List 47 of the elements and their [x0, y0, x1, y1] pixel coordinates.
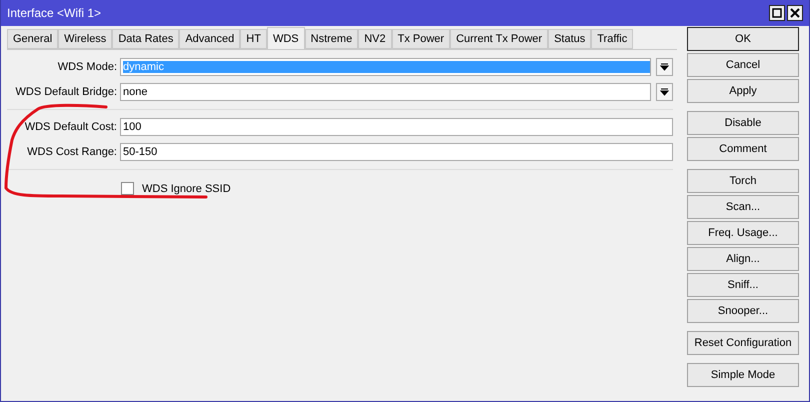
action-button[interactable]: Snooper... — [687, 299, 799, 323]
tab[interactable]: Advanced — [179, 29, 240, 49]
action-button[interactable]: Reset Configuration — [687, 331, 799, 355]
tab[interactable]: Traffic — [591, 29, 634, 49]
action-button[interactable]: Align... — [687, 247, 799, 271]
close-button[interactable] — [787, 5, 803, 21]
action-button[interactable]: Simple Mode — [687, 363, 799, 387]
input-field[interactable]: 50-150 — [120, 143, 673, 161]
tab[interactable]: Tx Power — [392, 29, 450, 49]
action-button[interactable]: Scan... — [687, 195, 799, 219]
action-button[interactable]: Disable — [687, 111, 799, 135]
action-button[interactable]: Freq. Usage... — [687, 221, 799, 245]
action-button[interactable]: Apply — [687, 79, 799, 103]
field-label: WDS Default Bridge: — [14, 86, 117, 98]
dropdown-arrow-icon — [660, 62, 669, 72]
action-button[interactable]: Cancel — [687, 53, 799, 77]
dropdown-button[interactable] — [656, 58, 673, 76]
tab[interactable]: Status — [548, 29, 592, 49]
tab[interactable]: Data Rates — [112, 29, 180, 49]
action-button[interactable]: Torch — [687, 169, 799, 193]
maximize-button[interactable] — [769, 5, 785, 21]
maximize-icon — [772, 8, 782, 18]
tab[interactable]: WDS — [266, 27, 305, 49]
tab[interactable]: Current Tx Power — [450, 29, 548, 49]
dropdown-field[interactable]: none — [120, 83, 651, 101]
field-value: 100 — [123, 121, 142, 133]
tab[interactable]: Nstreme — [304, 29, 358, 49]
tab[interactable]: General — [7, 29, 58, 49]
field-label: WDS Mode: — [56, 61, 117, 73]
action-button[interactable]: OK — [687, 27, 799, 51]
tab[interactable]: Wireless — [58, 29, 112, 49]
field-value: 50-150 — [123, 146, 158, 158]
field-label: WDS Default Cost: — [24, 121, 117, 133]
field-value: none — [123, 86, 148, 98]
field-value: dynamic — [123, 61, 650, 73]
action-button[interactable]: Comment — [687, 137, 799, 161]
checkbox-label: WDS Ignore SSID — [142, 182, 231, 194]
dropdown-arrow-icon — [660, 88, 669, 96]
checkbox[interactable] — [121, 182, 134, 195]
dropdown-button[interactable] — [656, 83, 673, 101]
action-button[interactable]: Sniff... — [687, 273, 799, 297]
window-title: Interface <Wifi 1> — [7, 6, 102, 20]
close-icon — [790, 8, 800, 18]
input-field[interactable]: 100 — [120, 118, 673, 136]
tab[interactable]: NV2 — [358, 29, 392, 49]
tab[interactable]: HT — [240, 29, 267, 49]
field-label: WDS Cost Range: — [26, 146, 117, 158]
